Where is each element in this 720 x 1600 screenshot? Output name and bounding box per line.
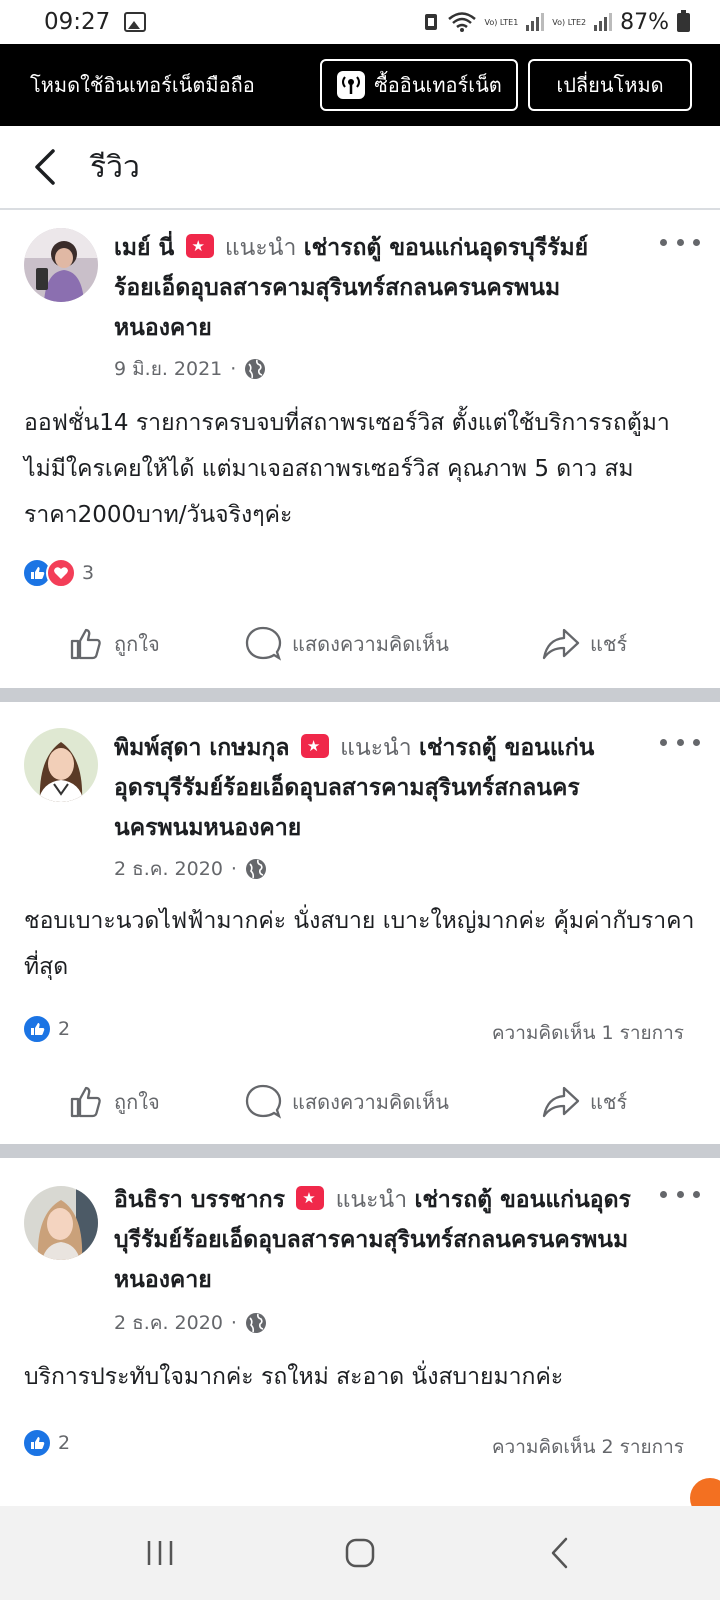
page-title: รีวิว bbox=[90, 149, 140, 185]
post-header: อินธิรา บรรชากร แนะนำ เช่ารถตู้ ขอนแก่นอ… bbox=[114, 1178, 634, 1300]
sim1-label: Vo) LTE1 bbox=[484, 17, 519, 27]
gallery-notification-icon bbox=[124, 12, 147, 32]
back-button[interactable] bbox=[0, 125, 90, 209]
sim2-label: Vo) LTE2 bbox=[552, 17, 587, 27]
globe-icon bbox=[245, 359, 266, 379]
antenna-icon bbox=[337, 71, 366, 99]
status-bar: 09:27 Vo) LTE1 Vo) LTE2 87% bbox=[0, 0, 720, 44]
post-text: ชอบเบาะนวดไฟฟ้ามากค่ะ นั่งสบาย เบาะใหญ่ม… bbox=[24, 908, 695, 980]
author-name[interactable]: อินธิรา บรรชากร bbox=[114, 1187, 285, 1213]
recommend-icon bbox=[296, 1178, 325, 1218]
like-reaction-icon bbox=[22, 1014, 52, 1044]
post-text: บริการประทับใจมากค่ะ รถใหม่ สะอาด นั่งสบ… bbox=[24, 1364, 564, 1390]
post-meta: 2 ธ.ค. 2020 · bbox=[114, 1308, 267, 1338]
recommends-label: แนะนำ bbox=[224, 235, 297, 261]
love-reaction-icon bbox=[46, 558, 76, 588]
like-button[interactable]: ถูกใจ bbox=[68, 626, 160, 662]
post-actions: ถูกใจ แสดงความคิดเห็น แชร์ bbox=[0, 1072, 720, 1132]
globe-icon bbox=[245, 859, 266, 879]
avatar[interactable] bbox=[24, 728, 98, 802]
nav-back-icon bbox=[551, 1537, 568, 1569]
review-post: อินธิรา บรรชากร แนะนำ เช่ารถตู้ ขอนแก่นอ… bbox=[0, 1158, 720, 1506]
back-arrow-icon bbox=[35, 149, 55, 185]
globe-icon bbox=[245, 1313, 266, 1333]
post-separator bbox=[0, 1144, 720, 1158]
author-name[interactable]: พิมพ์สุดา เกษมกุล bbox=[114, 735, 290, 761]
like-label: ถูกใจ bbox=[114, 632, 160, 656]
meta-dot: · bbox=[230, 358, 237, 380]
post-text: ออฟชั่น14 รายการครบจบที่สถาพรเซอร์วิส ตั… bbox=[24, 410, 670, 528]
home-icon bbox=[345, 1538, 375, 1568]
recommends-label: แนะนำ bbox=[335, 1187, 408, 1213]
battery-percent: 87% bbox=[620, 9, 669, 35]
avatar[interactable] bbox=[24, 1186, 98, 1260]
post-meta: 9 มิ.ย. 2021 · bbox=[114, 354, 266, 384]
system-nav-bar bbox=[0, 1506, 720, 1600]
signal-sim2-icon bbox=[594, 13, 613, 31]
battery-icon bbox=[677, 9, 690, 32]
comment-bubble-icon bbox=[245, 1084, 282, 1119]
recommends-label: แนะนำ bbox=[340, 735, 412, 761]
signal-sim1-icon bbox=[526, 13, 545, 31]
nav-back-button[interactable] bbox=[520, 1523, 600, 1583]
data-mode-label: โหมดใช้อินเทอร์เน็ตมือถือ bbox=[30, 73, 255, 97]
recent-apps-button[interactable] bbox=[120, 1523, 200, 1583]
more-options-button[interactable] bbox=[660, 232, 700, 252]
recent-apps-icon bbox=[147, 1541, 173, 1565]
comment-label: แสดงความคิดเห็น bbox=[292, 1090, 449, 1114]
more-options-button[interactable] bbox=[660, 1184, 700, 1204]
like-label: ถูกใจ bbox=[114, 1090, 160, 1114]
post-separator bbox=[0, 688, 720, 702]
post-header: เมย์ นี่ แนะนำ เช่ารถตู้ ขอนแก่นอุดรบุรี… bbox=[114, 226, 634, 348]
mobile-data-banner: โหมดใช้อินเทอร์เน็ตมือถือ ซื้ออินเทอร์เน… bbox=[0, 44, 720, 126]
reactions-summary[interactable]: 2 bbox=[22, 1428, 70, 1458]
app-header: รีวิว bbox=[0, 126, 720, 210]
reactions-summary[interactable]: 3 bbox=[22, 558, 94, 588]
avatar[interactable] bbox=[24, 228, 98, 302]
author-name[interactable]: เมย์ นี่ bbox=[114, 235, 174, 261]
post-actions: ถูกใจ แสดงความคิดเห็น แชร์ bbox=[0, 614, 720, 674]
recommend-icon bbox=[300, 726, 329, 766]
meta-dot: · bbox=[230, 858, 237, 880]
post-date[interactable]: 9 มิ.ย. 2021 bbox=[114, 354, 222, 384]
like-button[interactable]: ถูกใจ bbox=[68, 1084, 160, 1120]
share-button[interactable]: แชร์ bbox=[542, 1085, 627, 1119]
share-arrow-icon bbox=[542, 1086, 580, 1118]
share-button[interactable]: แชร์ bbox=[542, 627, 627, 661]
reaction-count: 2 bbox=[58, 1432, 71, 1454]
share-label: แชร์ bbox=[590, 1090, 628, 1114]
comment-count[interactable]: ความคิดเห็น 2 รายการ bbox=[492, 1432, 684, 1462]
post-date[interactable]: 2 ธ.ค. 2020 bbox=[114, 1308, 223, 1338]
comment-label: แสดงความคิดเห็น bbox=[292, 632, 449, 656]
comment-bubble-icon bbox=[245, 626, 282, 661]
thumbs-up-icon bbox=[70, 1086, 101, 1118]
reactions-summary[interactable]: 2 bbox=[22, 1014, 70, 1044]
post-header: พิมพ์สุดา เกษมกุล แนะนำ เช่ารถตู้ ขอนแก่… bbox=[114, 726, 634, 848]
review-post: พิมพ์สุดา เกษมกุล แนะนำ เช่ารถตู้ ขอนแก่… bbox=[0, 702, 720, 1144]
home-button[interactable] bbox=[320, 1523, 400, 1583]
thumbs-up-icon bbox=[70, 628, 101, 660]
recommend-icon bbox=[185, 226, 214, 266]
status-time: 09:27 bbox=[44, 9, 111, 35]
switch-mode-button[interactable]: เปลี่ยนโหมด bbox=[528, 59, 692, 111]
post-meta: 2 ธ.ค. 2020 · bbox=[114, 854, 267, 884]
wifi-icon bbox=[447, 12, 476, 32]
share-arrow-icon bbox=[542, 628, 580, 660]
reaction-count: 2 bbox=[58, 1018, 71, 1040]
comment-button[interactable]: แสดงความคิดเห็น bbox=[244, 1083, 449, 1121]
more-options-button[interactable] bbox=[660, 732, 700, 752]
buy-internet-label: ซื้ออินเทอร์เน็ต bbox=[374, 73, 502, 97]
status-icons: Vo) LTE1 Vo) LTE2 87% bbox=[423, 9, 690, 35]
share-label: แชร์ bbox=[590, 632, 628, 656]
data-saver-icon bbox=[424, 14, 437, 30]
comment-button[interactable]: แสดงความคิดเห็น bbox=[244, 625, 449, 663]
review-post: เมย์ นี่ แนะนำ เช่ารถตู้ ขอนแก่นอุดรบุรี… bbox=[0, 212, 720, 688]
post-date[interactable]: 2 ธ.ค. 2020 bbox=[114, 854, 223, 884]
switch-mode-label: เปลี่ยนโหมด bbox=[556, 73, 664, 97]
meta-dot: · bbox=[230, 1312, 237, 1334]
like-reaction-icon bbox=[22, 1428, 52, 1458]
reaction-count: 3 bbox=[82, 562, 95, 584]
buy-internet-button[interactable]: ซื้ออินเทอร์เน็ต bbox=[320, 59, 518, 111]
comment-count[interactable]: ความคิดเห็น 1 รายการ bbox=[492, 1018, 684, 1048]
